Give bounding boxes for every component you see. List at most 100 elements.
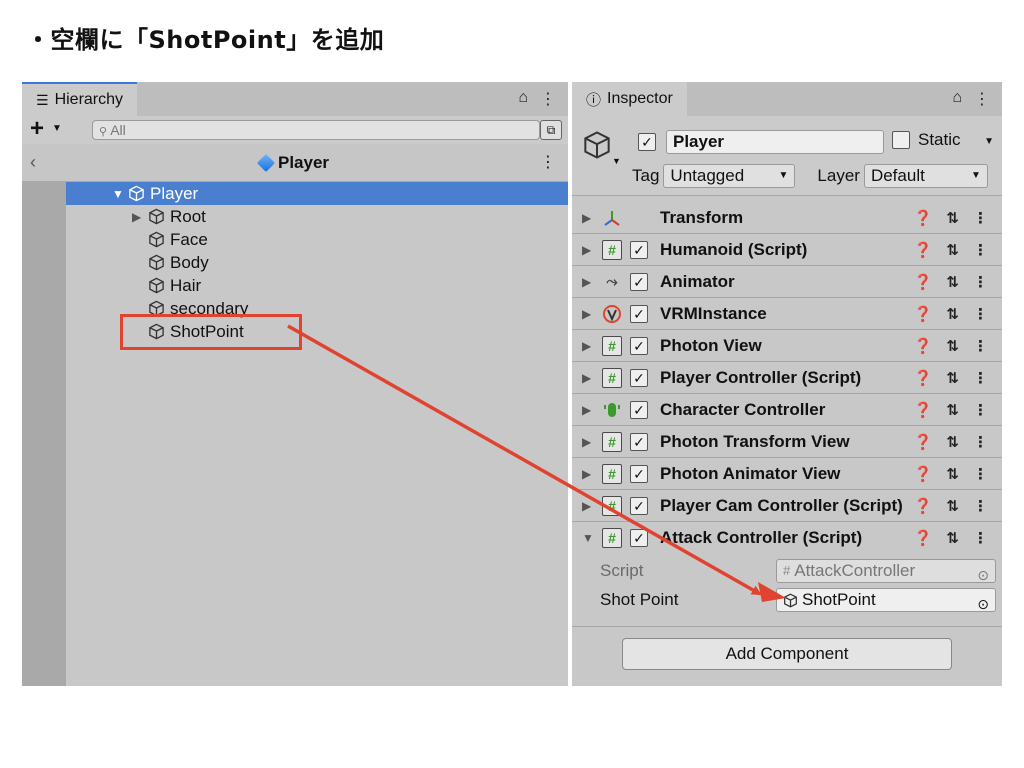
help-icon[interactable]: ❓	[914, 465, 933, 483]
help-icon[interactable]: ❓	[914, 273, 933, 291]
tree-item-player[interactable]: ▼ Player	[66, 182, 568, 205]
component-enabled-checkbox[interactable]: ✓	[630, 337, 648, 355]
preset-icon[interactable]: ⇅	[946, 369, 959, 387]
active-checkbox[interactable]: ✓	[638, 133, 656, 151]
prefab-menu-icon[interactable]: ⋮	[540, 152, 556, 172]
expand-arrow-icon[interactable]: ▶	[582, 403, 591, 417]
kebab-menu-icon[interactable]: ⋮	[540, 89, 556, 109]
help-icon[interactable]: ❓	[914, 497, 933, 515]
expand-arrow-icon[interactable]: ▶	[582, 339, 591, 353]
kebab-menu-icon[interactable]: ⋮	[973, 433, 988, 451]
preset-icon[interactable]: ⇅	[946, 401, 959, 419]
help-icon[interactable]: ❓	[914, 433, 933, 451]
layer-select[interactable]: Default ▼	[863, 164, 988, 188]
object-picker-icon[interactable]: ⊙	[977, 593, 989, 615]
preset-icon[interactable]: ⇅	[946, 241, 959, 259]
tab-hierarchy[interactable]: ☰ Hierarchy	[22, 82, 138, 116]
scene-search-button[interactable]: ⧉	[540, 120, 562, 140]
component-character-controller[interactable]: ▶ ✓ Character Controller ❓ ⇅ ⋮	[572, 394, 1002, 426]
kebab-menu-icon[interactable]: ⋮	[973, 305, 988, 323]
inspector-tabbar: ⓘ Inspector ⌂ ⋮	[572, 82, 1002, 116]
preset-icon[interactable]: ⇅	[946, 273, 959, 291]
component-enabled-checkbox[interactable]: ✓	[630, 305, 648, 323]
expand-arrow-icon[interactable]: ▶	[132, 210, 146, 224]
kebab-menu-icon[interactable]: ⋮	[973, 529, 988, 547]
expand-arrow-icon[interactable]: ▶	[582, 371, 591, 385]
kebab-menu-icon[interactable]: ⋮	[973, 497, 988, 515]
preset-icon[interactable]: ⇅	[946, 465, 959, 483]
component-enabled-checkbox[interactable]: ✓	[630, 433, 648, 451]
help-icon[interactable]: ❓	[914, 209, 933, 227]
kebab-menu-icon[interactable]: ⋮	[973, 369, 988, 387]
component-enabled-checkbox[interactable]: ✓	[630, 241, 648, 259]
hierarchy-search-input[interactable]: ⚲ All	[92, 120, 540, 140]
component-vrminstance[interactable]: ▶ ✓ VRMInstance ❓ ⇅ ⋮	[572, 298, 1002, 330]
tab-inspector[interactable]: ⓘ Inspector	[572, 82, 687, 116]
component-transform[interactable]: ▶ Transform ❓ ⇅ ⋮	[572, 202, 1002, 234]
script-icon: #	[602, 495, 622, 516]
expand-arrow-icon[interactable]: ▶	[582, 499, 591, 513]
component-enabled-checkbox[interactable]: ✓	[630, 369, 648, 387]
lock-icon[interactable]: ⌂	[952, 89, 962, 109]
expand-arrow-icon[interactable]: ▶	[582, 467, 591, 481]
help-icon[interactable]: ❓	[914, 529, 933, 547]
preset-icon[interactable]: ⇅	[946, 497, 959, 515]
expand-arrow-icon[interactable]: ▶	[582, 435, 591, 449]
expand-arrow-icon[interactable]: ▶	[582, 211, 591, 225]
expand-arrow-icon[interactable]: ▶	[582, 307, 591, 321]
component-enabled-checkbox[interactable]: ✓	[630, 273, 648, 291]
expand-arrow-icon[interactable]: ▼	[112, 187, 126, 201]
help-icon[interactable]: ❓	[914, 241, 933, 259]
preset-icon[interactable]: ⇅	[946, 337, 959, 355]
static-label: Static	[918, 130, 961, 149]
kebab-menu-icon[interactable]: ⋮	[973, 337, 988, 355]
create-plus-icon[interactable]: +	[30, 117, 44, 141]
expand-arrow-icon[interactable]: ▶	[582, 275, 591, 289]
component-animator[interactable]: ▶ ⤳ ✓ Animator ❓ ⇅ ⋮	[572, 266, 1002, 298]
add-component-button[interactable]: Add Component	[622, 638, 952, 670]
component-player-controller[interactable]: ▶ # ✓ Player Controller (Script) ❓ ⇅ ⋮	[572, 362, 1002, 394]
preset-icon[interactable]: ⇅	[946, 209, 959, 227]
kebab-menu-icon[interactable]: ⋮	[974, 89, 990, 109]
tree-item-root[interactable]: ▶ Root	[66, 205, 568, 228]
kebab-menu-icon[interactable]: ⋮	[973, 401, 988, 419]
kebab-menu-icon[interactable]: ⋮	[973, 465, 988, 483]
component-player-cam-controller[interactable]: ▶ # ✓ Player Cam Controller (Script) ❓ ⇅ ⋮	[572, 490, 1002, 522]
preset-icon[interactable]: ⇅	[946, 433, 959, 451]
tree-item-body[interactable]: Body	[66, 251, 568, 274]
help-icon[interactable]: ❓	[914, 305, 933, 323]
help-icon[interactable]: ❓	[914, 401, 933, 419]
component-label: Player Controller (Script)	[660, 367, 862, 387]
component-enabled-checkbox[interactable]: ✓	[630, 465, 648, 483]
chevron-down-icon[interactable]: ▼	[52, 123, 62, 134]
component-enabled-checkbox[interactable]: ✓	[630, 497, 648, 515]
component-photon-animator-view[interactable]: ▶ # ✓ Photon Animator View ❓ ⇅ ⋮	[572, 458, 1002, 490]
component-humanoid-script[interactable]: ▶ # ✓ Humanoid (Script) ❓ ⇅ ⋮	[572, 234, 1002, 266]
tag-select[interactable]: Untagged ▼	[663, 164, 796, 188]
tree-item-hair[interactable]: Hair	[66, 274, 568, 297]
kebab-menu-icon[interactable]: ⋮	[973, 209, 988, 227]
static-toggle[interactable]: Static	[892, 130, 961, 150]
component-attack-controller[interactable]: ▼ # ✓ Attack Controller (Script) ❓ ⇅ ⋮	[572, 522, 1002, 554]
chevron-down-icon[interactable]: ▼	[612, 156, 621, 166]
lock-icon[interactable]: ⌂	[518, 89, 528, 109]
kebab-menu-icon[interactable]: ⋮	[973, 241, 988, 259]
component-photon-transform-view[interactable]: ▶ # ✓ Photon Transform View ❓ ⇅ ⋮	[572, 426, 1002, 458]
help-icon[interactable]: ❓	[914, 369, 933, 387]
preset-icon[interactable]: ⇅	[946, 305, 959, 323]
gameobject-cube-icon	[149, 254, 164, 271]
component-enabled-checkbox[interactable]: ✓	[630, 401, 648, 419]
kebab-menu-icon[interactable]: ⋮	[973, 273, 988, 291]
expand-arrow-icon[interactable]: ▶	[582, 243, 591, 257]
component-photon-view[interactable]: ▶ # ✓ Photon View ❓ ⇅ ⋮	[572, 330, 1002, 362]
tree-item-face[interactable]: Face	[66, 228, 568, 251]
component-enabled-checkbox[interactable]: ✓	[630, 529, 648, 547]
shot-point-object-field[interactable]: ShotPoint ⊙	[776, 588, 996, 612]
static-dropdown-icon[interactable]: ▼	[984, 136, 994, 147]
object-name-field[interactable]: Player	[666, 130, 884, 154]
preset-icon[interactable]: ⇅	[946, 529, 959, 547]
back-arrow-icon[interactable]: ‹	[30, 152, 36, 173]
help-icon[interactable]: ❓	[914, 337, 933, 355]
static-checkbox[interactable]	[892, 131, 910, 149]
expand-arrow-icon[interactable]: ▼	[582, 531, 594, 545]
